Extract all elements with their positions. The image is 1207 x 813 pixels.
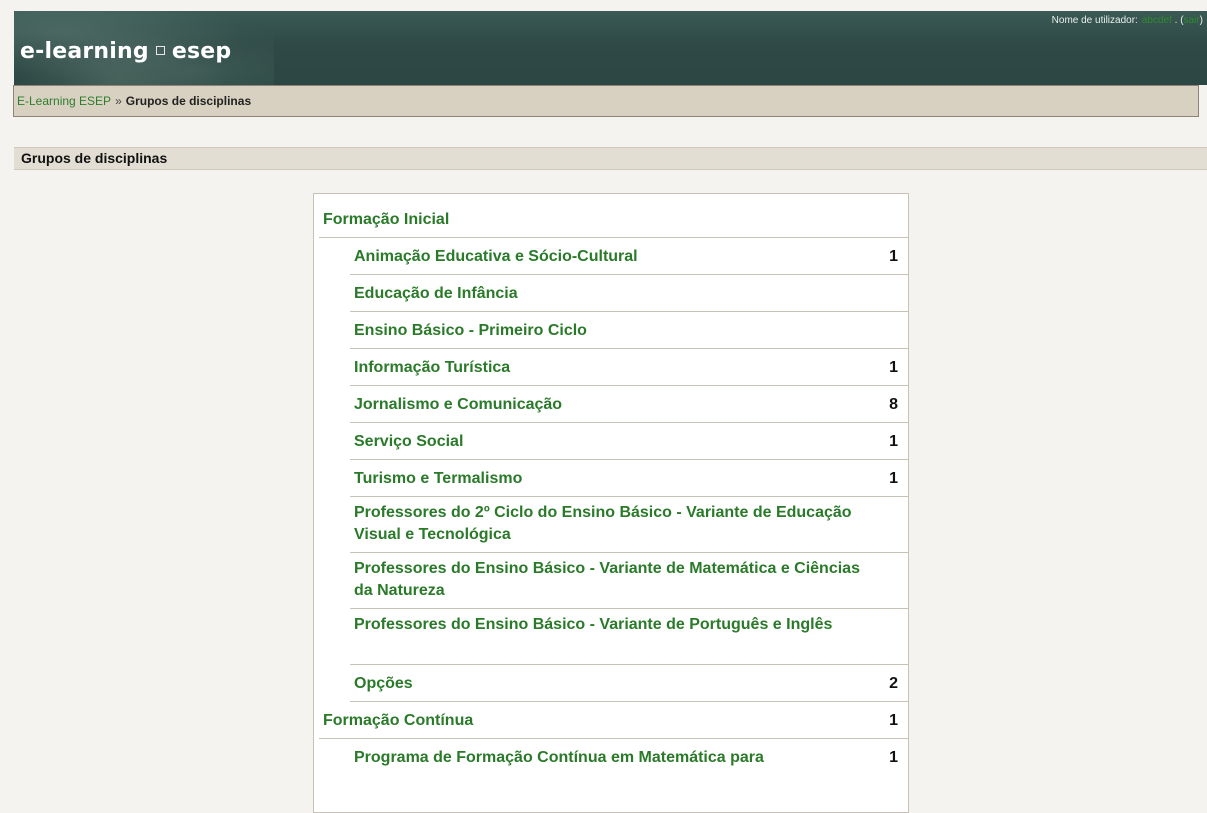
subcategory-link[interactable]: Opções [350, 665, 908, 694]
category-row[interactable]: Formação Contínua 1 [319, 702, 908, 739]
course-count: 8 [889, 396, 898, 413]
subcategory-link[interactable]: Animação Educativa e Sócio-Cultural [350, 238, 908, 267]
subcategory-row[interactable]: Professores do Ensino Básico - Variante … [350, 609, 908, 665]
logout-prefix: . ( [1174, 15, 1184, 26]
subcategory-link[interactable]: Programa de Formação Contínua em Matemát… [350, 739, 908, 768]
breadcrumb-current: Grupos de disciplinas [125, 94, 252, 108]
subcategory-row[interactable]: Ensino Básico - Primeiro Ciclo [350, 312, 908, 349]
category-link[interactable]: Formação Inicial [319, 194, 908, 230]
subcategory-link[interactable]: Professores do Ensino Básico - Variante … [350, 609, 874, 636]
breadcrumb-home-link[interactable]: E-Learning ESEP [17, 94, 111, 108]
subcategory-row[interactable]: Jornalismo e Comunicação 8 [350, 386, 908, 423]
subcategory-row[interactable]: Serviço Social 1 [350, 423, 908, 460]
subcategory-row[interactable]: Animação Educativa e Sócio-Cultural 1 [350, 238, 908, 275]
logo-text-left: e-learning [20, 39, 149, 64]
subcategory-link[interactable]: Professores do 2º Ciclo do Ensino Básico… [350, 497, 874, 546]
user-name-link[interactable]: abcdef [1142, 15, 1172, 26]
subcategory-link[interactable]: Jornalismo e Comunicação [350, 386, 908, 415]
logo-text-right: esep [171, 39, 232, 64]
subcategory-row[interactable]: Informação Turística 1 [350, 349, 908, 386]
subcategory-row[interactable]: Turismo e Termalismo 1 [350, 460, 908, 497]
logo-separator-icon [155, 46, 165, 55]
breadcrumb-separator-icon: » [115, 94, 122, 108]
course-count: 1 [889, 433, 898, 450]
subcategory-link[interactable]: Serviço Social [350, 423, 908, 452]
subcategory-link[interactable]: Turismo e Termalismo [350, 460, 908, 489]
user-info: Nome de utilizador: abcdef . (sair) [1052, 15, 1203, 26]
course-count: 1 [889, 712, 898, 729]
subcategory-link[interactable]: Ensino Básico - Primeiro Ciclo [350, 312, 908, 341]
subcategory-link[interactable]: Educação de Infância [350, 275, 908, 304]
subcategory-row[interactable]: Programa de Formação Contínua em Matemát… [350, 739, 908, 775]
site-logo[interactable]: e-learning esep [20, 39, 231, 64]
category-link[interactable]: Formação Contínua [319, 702, 908, 731]
page-title: Grupos de disciplinas [14, 147, 1207, 170]
category-list: Formação Inicial Animação Educativa e Só… [313, 193, 909, 813]
subcategory-row[interactable]: Professores do Ensino Básico - Variante … [350, 553, 908, 609]
breadcrumb: E-Learning ESEP » Grupos de disciplinas [13, 85, 1199, 117]
course-count: 2 [889, 675, 898, 692]
logout-link[interactable]: sair [1184, 15, 1200, 26]
course-count: 1 [889, 359, 898, 376]
site-header: e-learning esep Nome de utilizador: abcdef… [14, 11, 1207, 85]
logout-suffix: ) [1199, 15, 1203, 26]
subcategory-link[interactable]: Professores do Ensino Básico - Variante … [350, 553, 874, 602]
subcategory-row[interactable]: Opções 2 [350, 665, 908, 702]
subcategory-link[interactable]: Informação Turística [350, 349, 908, 378]
course-count: 1 [889, 470, 898, 487]
subcategory-row[interactable]: Educação de Infância [350, 275, 908, 312]
course-count: 1 [889, 248, 898, 265]
subcategory-row[interactable]: Professores do 2º Ciclo do Ensino Básico… [350, 497, 908, 553]
user-label: Nome de utilizador: [1051, 15, 1138, 26]
category-row[interactable]: Formação Inicial [319, 194, 908, 238]
course-count: 1 [889, 749, 898, 766]
